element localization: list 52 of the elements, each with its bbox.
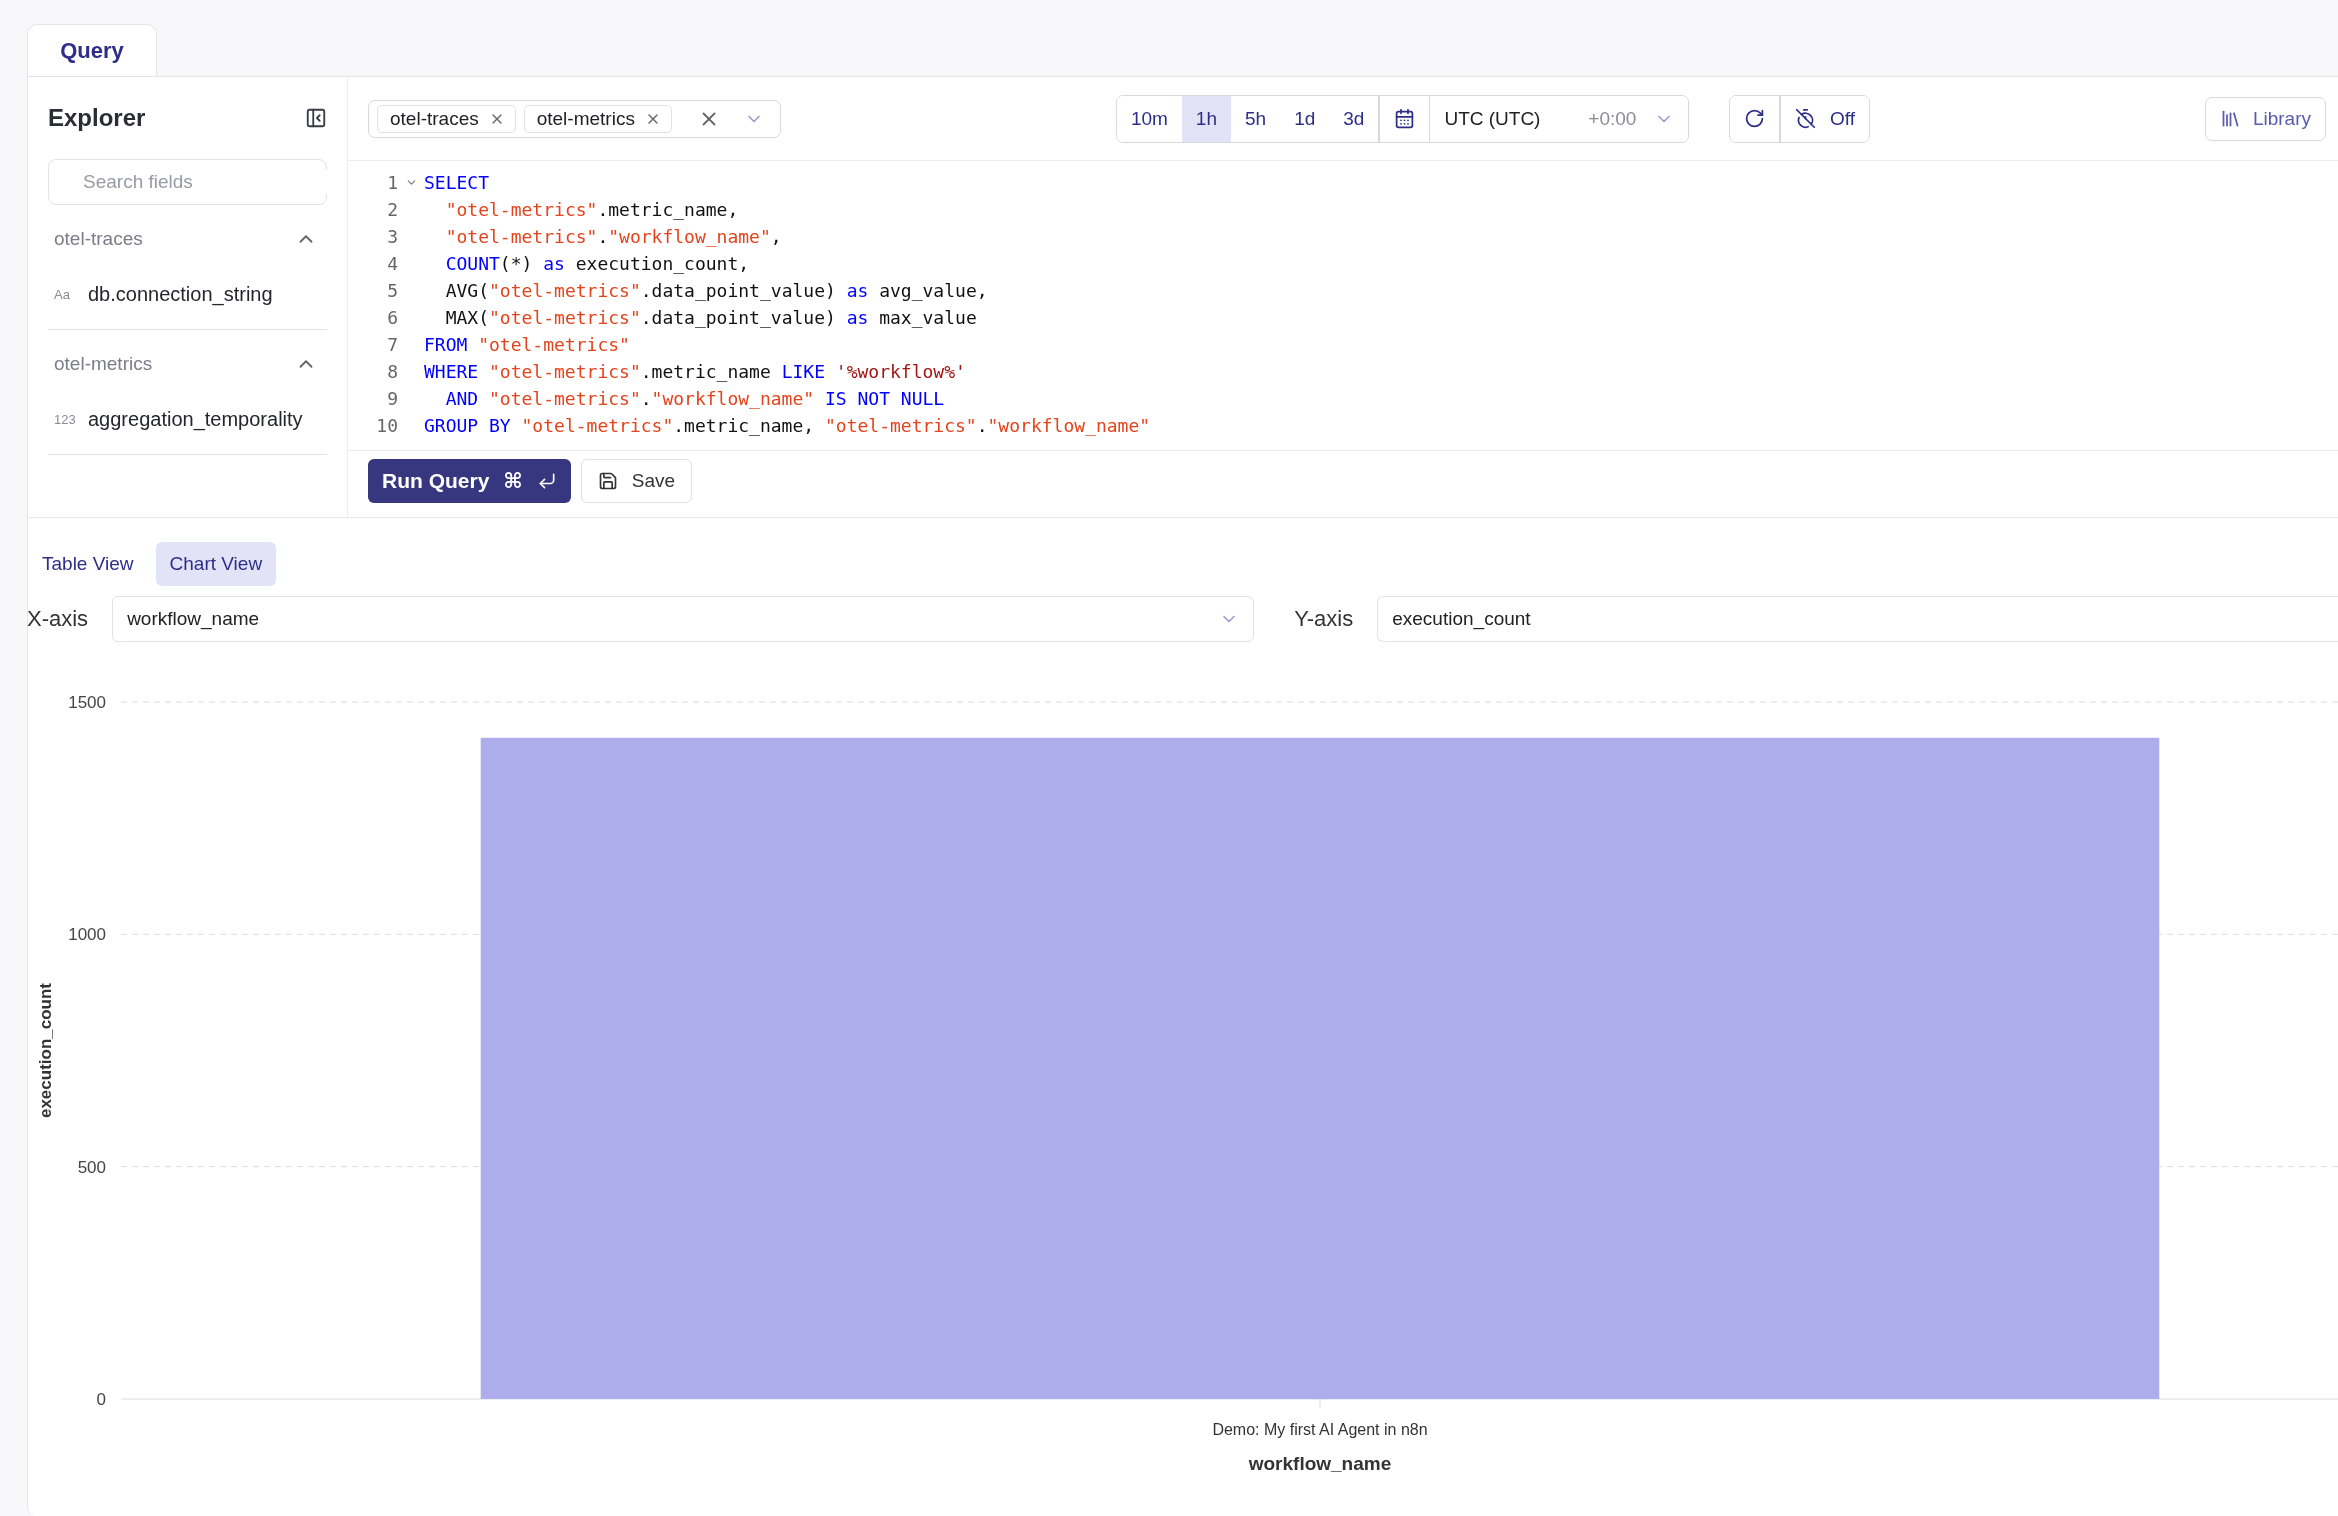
code-line: FROM "otel-metrics" [424,334,630,355]
line-number: 7 [386,334,398,355]
x-axis-title: workflow_name [1248,1453,1392,1474]
y-axis-label: Y-axis [1294,606,1355,632]
timer-off-icon [1794,108,1816,129]
line-number: 5 [386,280,398,301]
y-tick-label: 0 [96,1390,106,1409]
type-label: 123 [54,412,74,427]
code-line: WHERE "otel-metrics".metric_name LIKE '%workflow%' [424,361,966,382]
line-number: 10 [375,415,398,436]
query-tab[interactable]: Query [27,24,157,76]
group-header[interactable]: otel-metrics [48,336,327,392]
code-line: "otel-metrics"."workflow_name", [444,226,782,247]
explorer-title: Explorer [48,104,146,132]
source-chip[interactable]: otel-metrics [523,104,672,133]
code-line: SELECT [424,172,490,193]
source-select[interactable]: otel-traces otel-metrics [368,99,781,138]
line-number: 6 [386,307,398,328]
enter-key-icon [536,471,557,491]
x-tick-label: Demo: My first AI Agent in n8n [1212,1421,1428,1438]
field-name[interactable]: db.connection_string [88,283,273,306]
save-icon [597,471,618,491]
y-axis-select[interactable]: execution_count [1377,596,2338,642]
code-line: COUNT(*) as execution_count, [444,253,750,274]
y-tick-label: 500 [77,1157,106,1177]
view-tab[interactable]: Chart View [155,542,277,586]
field-name[interactable]: aggregation_temporality [88,408,303,431]
code-line: GROUP BY "otel-metrics".metric_name, "otel-metrics"."workflow_name" [424,415,1151,436]
y-axis-title: execution_count [36,982,55,1119]
line-number: 2 [386,199,398,220]
line-number: 4 [386,253,398,274]
source-chip[interactable]: otel-traces [377,104,516,133]
code-line: "otel-metrics".metric_name, [444,199,739,220]
line-number: 3 [386,226,398,247]
run-query-button[interactable]: Run Query ⌘ [368,459,571,503]
code-line: MAX("otel-metrics".data_point_value) as max_value [444,307,977,328]
code-line: AND "otel-metrics"."workflow_name" IS NOT NULL [444,388,945,409]
y-tick-label: 1500 [68,693,106,712]
line-number: 8 [386,361,398,382]
save-button[interactable]: Save [580,459,693,503]
view-tab[interactable]: Table View [28,542,148,586]
library-button[interactable]: Library [2204,96,2326,141]
line-number: 1 [386,172,398,193]
x-axis-label: X-axis [27,606,90,632]
group-header[interactable]: otel-traces [48,211,327,267]
search-field[interactable]: Search fields [48,159,327,205]
y-tick-label: 1000 [68,925,106,945]
code-line: AVG("otel-metrics".data_point_value) as avg_value, [444,280,988,301]
type-label: Aa [54,287,71,302]
line-number: 9 [386,388,398,409]
x-axis-select[interactable]: workflow_name [112,596,1255,642]
collapse-sidebar-icon[interactable] [305,107,327,129]
